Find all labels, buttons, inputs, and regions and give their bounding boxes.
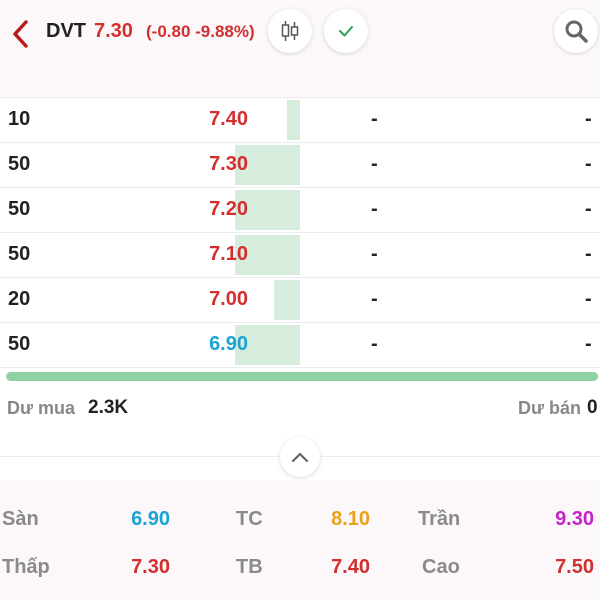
order-row: 10 7.40 - -	[0, 98, 600, 143]
floor-label: Sàn	[2, 508, 39, 530]
ask-price: -	[371, 198, 378, 220]
order-row: 50 6.90 - -	[0, 323, 600, 368]
ask-volume: -	[585, 243, 592, 265]
bid-volume: 10	[8, 108, 31, 130]
search-icon	[565, 20, 588, 43]
confirm-button[interactable]	[324, 9, 368, 53]
ask-volume: -	[585, 108, 592, 130]
chart-button[interactable]	[268, 9, 312, 53]
volume-bar	[274, 280, 300, 320]
bid-price: 7.40	[209, 108, 248, 130]
buy-surplus-value: 2.3K	[88, 397, 129, 418]
sell-surplus-value: 0	[587, 397, 598, 418]
bid-price: 7.10	[209, 243, 248, 265]
volume-bar	[287, 100, 300, 140]
ask-price: -	[371, 108, 378, 130]
bid-price: 6.90	[209, 333, 248, 355]
order-row: 20 7.00 - -	[0, 278, 600, 323]
high-value: 7.50	[555, 556, 594, 578]
reference-label: TC	[236, 508, 263, 530]
ceiling-value: 9.30	[555, 508, 594, 530]
ask-volume: -	[585, 198, 592, 220]
average-value: 7.40	[331, 556, 370, 578]
bid-volume: 50	[8, 243, 31, 265]
order-row: 50 7.20 - -	[0, 188, 600, 233]
bid-volume: 20	[8, 288, 31, 310]
sell-surplus-label: Dư bán	[517, 398, 581, 418]
ask-price: -	[371, 288, 378, 310]
reference-value: 8.10	[331, 508, 370, 530]
average-label: TB	[236, 556, 263, 578]
ceiling-label: Trần	[418, 508, 461, 530]
ask-price: -	[371, 153, 378, 175]
bid-price: 7.20	[209, 198, 248, 220]
candlestick-icon	[281, 21, 299, 41]
bid-price: 7.30	[209, 153, 248, 175]
order-row: 50 7.10 - -	[0, 233, 600, 278]
check-icon	[339, 26, 353, 37]
search-button[interactable]	[554, 9, 598, 53]
collapse-button[interactable]	[280, 437, 320, 477]
ask-volume: -	[585, 333, 592, 355]
current-price: 7.30	[94, 20, 133, 42]
buy-sell-ratio-bar	[6, 372, 598, 381]
ask-volume: -	[585, 153, 592, 175]
back-chevron-icon	[13, 20, 28, 48]
order-row: 50 7.30 - -	[0, 143, 600, 188]
ask-price: -	[371, 243, 378, 265]
price-change: (-0.80 -9.88%)	[146, 22, 255, 41]
stock-header: DVT 7.30 (-0.80 -9.88%)	[0, 0, 600, 98]
ask-volume: -	[585, 288, 592, 310]
floor-value: 6.90	[131, 508, 170, 530]
chevron-up-icon	[291, 452, 309, 463]
ticker-symbol: DVT	[46, 20, 86, 42]
ask-price: -	[371, 333, 378, 355]
low-value: 7.30	[131, 556, 170, 578]
high-label: Cao	[422, 556, 460, 578]
buy-surplus-label: Dư mua	[7, 398, 76, 418]
bid-volume: 50	[8, 333, 31, 355]
price-stats: Sàn 6.90 TC 8.10 Trần 9.30 Thấp 7.30 TB …	[0, 480, 600, 600]
bid-volume: 50	[8, 153, 31, 175]
bid-price: 7.00	[209, 288, 248, 310]
bid-volume: 50	[8, 198, 31, 220]
order-book: 10 7.40 - - 50 7.30 - - 50 7.20 - - 50 7…	[0, 98, 600, 368]
low-label: Thấp	[2, 556, 50, 578]
back-button[interactable]	[6, 16, 34, 52]
